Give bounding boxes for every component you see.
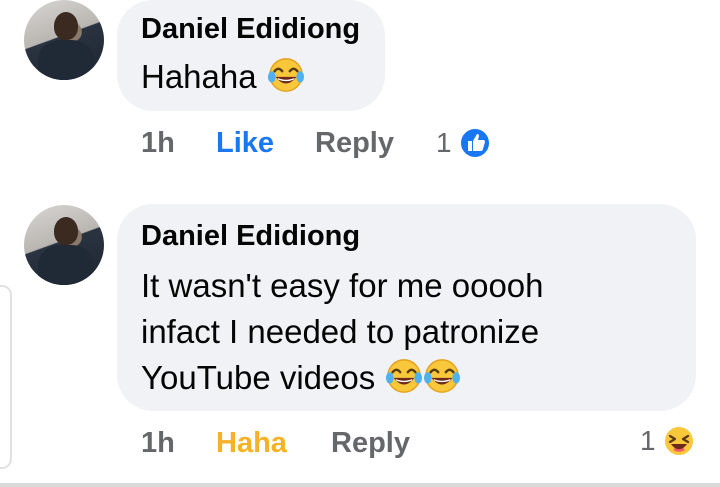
- comment-time[interactable]: 1h: [141, 427, 175, 460]
- tears-of-joy-emoji-icon: [422, 357, 462, 395]
- divider: [0, 483, 720, 487]
- comment-text: Hahaha: [141, 53, 306, 100]
- reply-button[interactable]: Reply: [331, 427, 410, 460]
- comment-text-line: YouTube videos: [141, 359, 376, 396]
- comment-text: YouTube videos: [141, 354, 462, 401]
- comment-author[interactable]: Daniel Edidiong: [141, 220, 360, 253]
- haha-icon[interactable]: [662, 424, 696, 458]
- thread-connector: [0, 285, 12, 469]
- like-icon[interactable]: [458, 126, 492, 160]
- tears-of-joy-emoji-icon: [266, 56, 306, 94]
- comment-time[interactable]: 1h: [141, 127, 175, 160]
- reaction-count[interactable]: 1: [640, 425, 656, 457]
- like-button[interactable]: Like: [216, 127, 274, 160]
- tears-of-joy-emoji-icon: [384, 357, 424, 395]
- comment-text-line: It wasn't easy for me ooooh: [141, 267, 544, 304]
- avatar[interactable]: [24, 205, 104, 285]
- comment-text-line: infact I needed to patronize: [141, 313, 540, 350]
- comment-text-line: Hahaha: [141, 58, 257, 95]
- reply-button[interactable]: Reply: [315, 127, 394, 160]
- avatar[interactable]: [24, 0, 104, 80]
- haha-button[interactable]: Haha: [216, 427, 287, 460]
- comment-author[interactable]: Daniel Edidiong: [141, 13, 360, 46]
- reaction-count[interactable]: 1: [436, 127, 452, 159]
